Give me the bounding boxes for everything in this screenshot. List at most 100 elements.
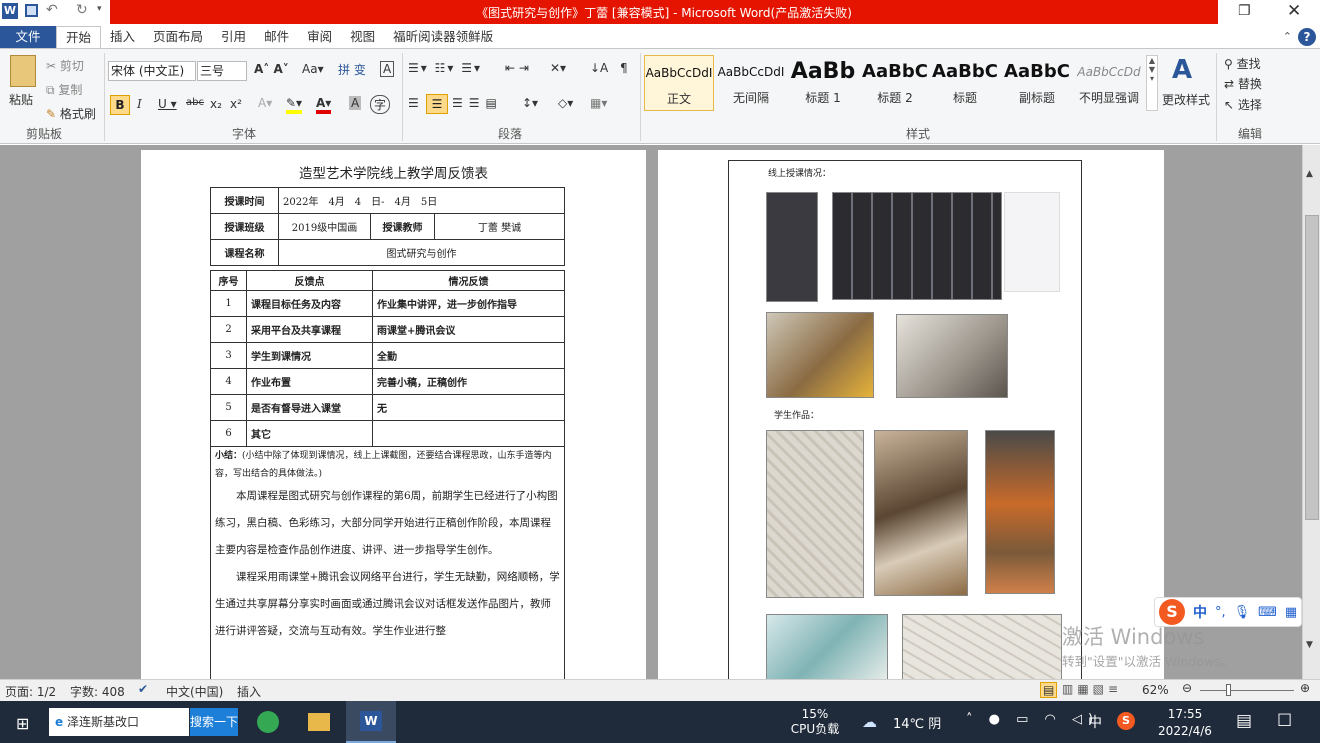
page-1[interactable]: 造型艺术学院线上教学周反馈表 授课时间 2022年 4月 4 日- 4月 5日 授…: [141, 150, 646, 679]
tab-file[interactable]: 文件: [0, 26, 56, 48]
format-painter-button[interactable]: ✎ 格式刷: [46, 105, 96, 122]
clock[interactable]: 17:55 2022/4/6: [1150, 706, 1220, 740]
style-no-spacing[interactable]: AaBbCcDdI 无间隔: [716, 55, 786, 111]
strikethrough-button[interactable]: abc: [186, 97, 204, 108]
word-taskbar-button[interactable]: W: [346, 701, 396, 743]
enclose-char-icon[interactable]: 字: [370, 95, 391, 114]
collapse-ribbon-icon[interactable]: ⌃: [1283, 26, 1292, 48]
windows-start-icon[interactable]: ⊞: [16, 714, 29, 733]
tab-view[interactable]: 视图: [341, 26, 384, 48]
change-styles-icon[interactable]: A: [1172, 55, 1192, 85]
browser-360-icon[interactable]: [257, 711, 279, 733]
tab-references[interactable]: 引用: [212, 26, 255, 48]
sogou-tray-icon[interactable]: S: [1117, 712, 1135, 730]
change-styles-button[interactable]: 更改样式: [1162, 91, 1210, 108]
zoom-slider[interactable]: [1200, 690, 1294, 691]
paste-icon[interactable]: [10, 55, 36, 87]
phonetic-icon[interactable]: 拼 变: [338, 61, 366, 78]
highlight-icon[interactable]: ✎▾: [286, 96, 303, 114]
zoom-slider-thumb[interactable]: [1226, 684, 1231, 696]
style-subtitle[interactable]: AaBbC 副标题: [1002, 55, 1072, 111]
tab-review[interactable]: 审阅: [298, 26, 341, 48]
ime-lang-toggle[interactable]: 中: [1193, 602, 1207, 622]
line-spacing-icon[interactable]: ↕▾: [522, 96, 538, 110]
underline-button[interactable]: U ▾: [158, 97, 177, 111]
sort-icon[interactable]: ↓A: [590, 61, 608, 75]
superscript-button[interactable]: x²: [230, 97, 242, 111]
search-button[interactable]: 搜索一下: [190, 708, 238, 736]
microphone-icon[interactable]: 🎙: [1234, 605, 1251, 620]
font-name-select[interactable]: 宋体 (中文正): [108, 61, 196, 81]
font-size-select[interactable]: 三号: [197, 61, 247, 81]
asian-layout-icon[interactable]: ✕▾: [550, 61, 566, 75]
tab-mailings[interactable]: 邮件: [255, 26, 298, 48]
punctuation-icon[interactable]: °,: [1215, 605, 1226, 620]
ime-toolbar[interactable]: S 中 °, 🎙 ⌨ ▦: [1154, 597, 1302, 627]
proofing-icon[interactable]: ✔: [138, 682, 148, 696]
toolbox-icon[interactable]: ▦: [1285, 605, 1297, 620]
tray-icons[interactable]: ˄ ● ▭ ◠ ◁): [966, 712, 1099, 727]
show-marks-icon[interactable]: ¶: [620, 61, 628, 75]
style-heading-2[interactable]: AaBbC 标题 2: [860, 55, 930, 111]
align-left-icon[interactable]: ☰: [408, 96, 419, 110]
char-border-icon[interactable]: A: [380, 61, 395, 77]
tab-foxit[interactable]: 福昕阅读器领鲜版: [384, 26, 502, 48]
styles-scroll-icon[interactable]: ▲ ▼ ▾: [1146, 55, 1158, 111]
cut-button[interactable]: ✂ 剪切: [46, 57, 84, 74]
help-icon[interactable]: ?: [1298, 28, 1316, 46]
close-icon[interactable]: ✕: [1287, 1, 1301, 21]
tab-home[interactable]: 开始: [56, 26, 102, 48]
borders-icon[interactable]: ▦▾: [590, 96, 607, 110]
replace-button[interactable]: ⇄ 替换: [1224, 75, 1262, 92]
page-count[interactable]: 页面: 1/2: [5, 683, 56, 700]
italic-button[interactable]: I: [137, 97, 142, 111]
tab-page-layout[interactable]: 页面布局: [144, 26, 212, 48]
subscript-button[interactable]: x₂: [210, 97, 222, 111]
insert-mode[interactable]: 插入: [237, 683, 261, 700]
scroll-down-icon[interactable]: ▼: [1306, 640, 1313, 650]
select-button[interactable]: ↖ 选择: [1224, 96, 1262, 113]
zoom-level[interactable]: 62%: [1142, 683, 1169, 697]
tray-ime-indicator[interactable]: 中: [1088, 712, 1102, 732]
language-indicator[interactable]: 中文(中国): [166, 683, 223, 700]
notification-icon[interactable]: ▤: [1236, 711, 1252, 731]
scroll-up-icon[interactable]: ▲: [1306, 169, 1313, 179]
align-center-icon[interactable]: ☰: [426, 94, 448, 114]
restore-icon[interactable]: ❐: [1238, 3, 1251, 19]
browser-search-box[interactable]: e 泽连斯基改口: [49, 708, 189, 736]
bold-button[interactable]: B: [110, 95, 130, 115]
customize-quick-access-icon[interactable]: ▾: [97, 4, 102, 14]
indent-icons[interactable]: ⇤ ⇥: [505, 61, 529, 75]
page-2[interactable]: 线上授课情况： 学生作品：: [658, 150, 1164, 679]
style-heading-1[interactable]: AaBb 标题 1: [788, 55, 858, 111]
save-icon[interactable]: [25, 4, 38, 17]
copy-button[interactable]: ⧉ 复制: [46, 81, 82, 98]
style-normal[interactable]: AaBbCcDdI 正文: [644, 55, 714, 111]
char-shading-icon[interactable]: A: [349, 96, 362, 110]
file-explorer-icon[interactable]: [308, 713, 330, 731]
action-center-icon[interactable]: ☐: [1277, 711, 1292, 731]
align-other-icons[interactable]: ☰☰▤: [452, 96, 503, 110]
print-layout-icon[interactable]: ▤: [1040, 682, 1058, 698]
vertical-scrollbar[interactable]: ▲ ▼: [1302, 145, 1320, 679]
zoom-out-icon[interactable]: ⊖: [1182, 681, 1192, 695]
find-button[interactable]: ⚲ 查找: [1224, 55, 1261, 72]
zoom-in-icon[interactable]: ⊕: [1300, 681, 1310, 695]
list-icons[interactable]: ☰▾ ☷▾ ☰▾: [408, 61, 482, 75]
tab-insert[interactable]: 插入: [101, 26, 144, 48]
style-subtle-emphasis[interactable]: AaBbCcDd 不明显强调: [1074, 55, 1144, 111]
cpu-monitor[interactable]: 15% CPU负载: [790, 707, 840, 737]
undo-icon[interactable]: ↶: [46, 2, 58, 18]
change-case-icon[interactable]: Aa▾: [302, 62, 324, 76]
scroll-thumb[interactable]: [1305, 215, 1319, 520]
font-color-icon[interactable]: A▾: [316, 96, 332, 114]
word-count[interactable]: 字数: 408: [70, 683, 125, 700]
weather-text[interactable]: 14℃ 阴: [893, 713, 941, 732]
redo-icon[interactable]: ↻: [76, 2, 88, 18]
style-title[interactable]: AaBbC 标题: [930, 55, 1000, 111]
view-mode-icons[interactable]: ▥▦▧≡: [1062, 682, 1122, 696]
paste-button[interactable]: 粘贴: [9, 91, 33, 108]
shading-icon[interactable]: ◇▾: [558, 96, 573, 110]
text-effects-icon[interactable]: A▾: [258, 96, 272, 110]
keyboard-icon[interactable]: ⌨: [1258, 605, 1277, 620]
